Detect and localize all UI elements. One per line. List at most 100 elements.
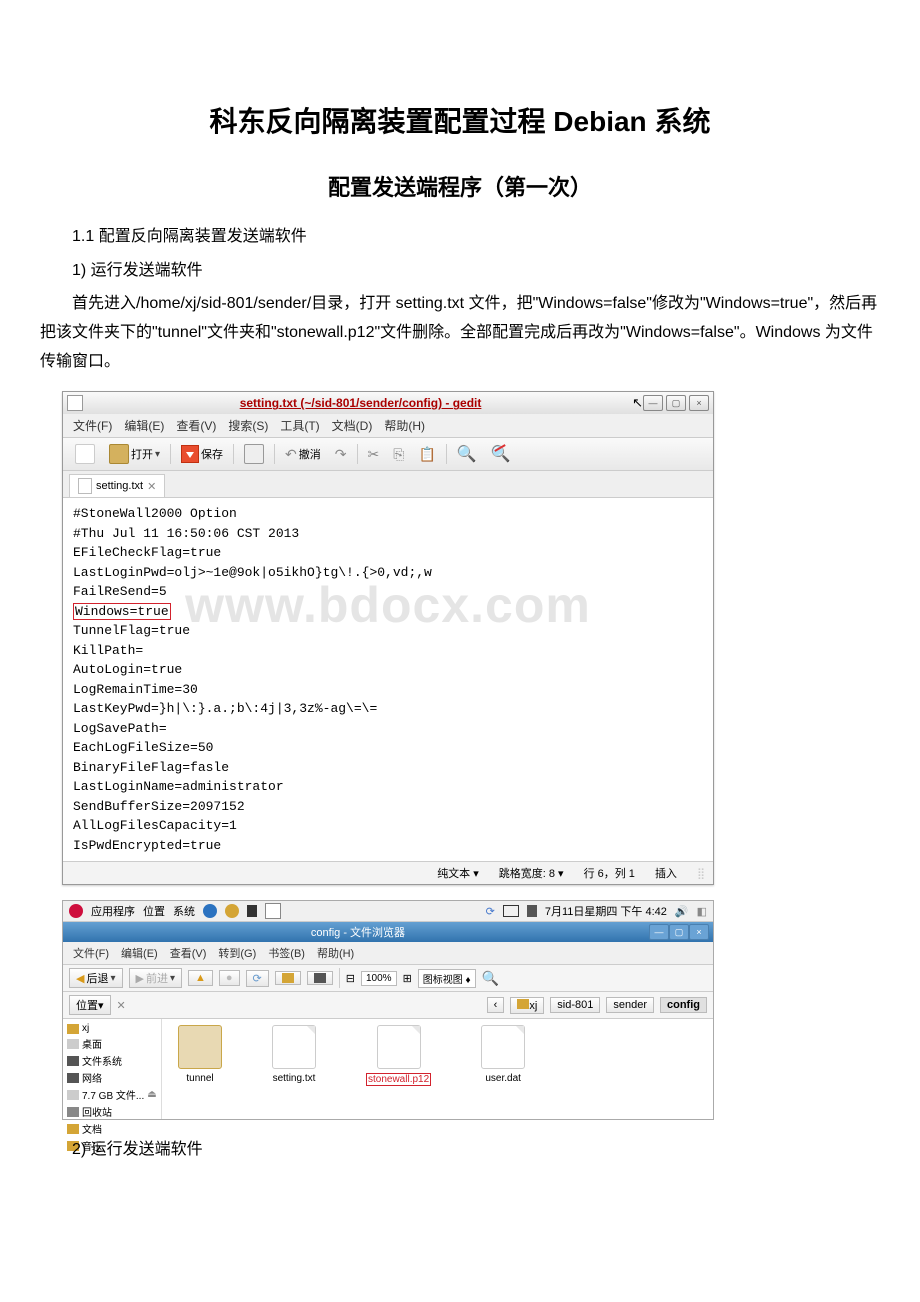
cut-button[interactable]: ✂ — [364, 444, 384, 465]
crumb-config[interactable]: config — [660, 997, 707, 1013]
panel-system[interactable]: 系统 — [173, 903, 195, 919]
section-1-1: 1.1 配置反向隔离装置发送端软件 — [72, 222, 880, 246]
window-title: setting.txt (~/sid-801/sender/config) - … — [89, 396, 632, 410]
fb-body: xj 桌面 文件系统 网络 7.7 GB 文件...⏏ 回收站 文档 音乐 tu… — [63, 1019, 713, 1119]
view-mode-select[interactable]: 图标视图 ♦ — [418, 969, 476, 988]
panel-places[interactable]: 位置 — [143, 903, 165, 919]
panel-apps[interactable]: 应用程序 — [91, 903, 135, 919]
tab-close-icon[interactable]: ✕ — [147, 480, 156, 493]
undo-icon: ↶ — [285, 446, 297, 463]
place-filesystem[interactable]: 文件系统 — [67, 1052, 157, 1069]
paste-button[interactable]: 📋 — [414, 444, 439, 465]
editor-area[interactable]: www.bdocx.com#StoneWall2000 Option #Thu … — [63, 498, 713, 861]
fb-menu-go[interactable]: 转到(G) — [218, 945, 256, 961]
place-xj[interactable]: xj — [67, 1022, 157, 1035]
fb-menu-help[interactable]: 帮助(H) — [317, 945, 354, 961]
menu-search[interactable]: 搜索(S) — [228, 417, 268, 434]
battery-icon[interactable] — [503, 905, 519, 917]
cut-icon: ✂ — [368, 446, 380, 463]
resize-grip[interactable]: ⣿ — [697, 867, 705, 880]
crumb-prev[interactable]: ‹ — [487, 997, 505, 1013]
place-disk[interactable]: 7.7 GB 文件...⏏ — [67, 1086, 157, 1103]
reload-button[interactable]: ⟳ — [246, 970, 269, 987]
file-tunnel[interactable]: tunnel — [178, 1025, 222, 1113]
location-close-icon[interactable]: ✕ — [117, 999, 126, 1012]
fb-menu-edit[interactable]: 编辑(E) — [121, 945, 158, 961]
doc-title: 科东反向隔离装置配置过程 Debian 系统 — [40, 100, 880, 140]
menu-tools[interactable]: 工具(T) — [280, 417, 319, 434]
open-dropdown-icon[interactable]: ▾ — [155, 449, 160, 460]
menu-help[interactable]: 帮助(H) — [384, 417, 425, 434]
undo-button[interactable]: ↶撤消 — [281, 444, 325, 465]
panel-app2-icon[interactable] — [225, 904, 239, 918]
new-button[interactable] — [71, 442, 99, 466]
crumb-sid801[interactable]: sid-801 — [550, 997, 600, 1013]
menu-doc[interactable]: 文档(D) — [332, 417, 373, 434]
maximize-button[interactable]: ▢ — [666, 395, 686, 411]
titlebar: setting.txt (~/sid-801/sender/config) - … — [63, 392, 713, 414]
location-label[interactable]: 位置▾ — [69, 995, 111, 1015]
file-userdat[interactable]: user.dat — [481, 1025, 525, 1113]
status-tabwidth[interactable]: 跳格宽度: 8 ▾ — [499, 865, 564, 881]
find-replace-button[interactable]: 🔍 — [487, 442, 515, 466]
menubar: 文件(F) 编辑(E) 查看(V) 搜索(S) 工具(T) 文档(D) 帮助(H… — [63, 414, 713, 438]
menu-view[interactable]: 查看(V) — [176, 417, 216, 434]
fb-menu-bookmarks[interactable]: 书签(B) — [268, 945, 305, 961]
file-stonewall[interactable]: stonewall.p12 — [366, 1025, 431, 1113]
new-file-icon — [75, 444, 95, 464]
panel-update-icon[interactable]: ⟳ — [486, 905, 495, 918]
crumb-sender[interactable]: sender — [606, 997, 654, 1013]
status-plain[interactable]: 纯文本 ▾ — [437, 865, 479, 881]
stop-button: ● — [219, 970, 240, 986]
document-icon — [78, 478, 92, 494]
folder-icon — [178, 1025, 222, 1069]
fb-minimize[interactable]: — — [649, 924, 669, 940]
volume-icon[interactable]: 🔊 — [675, 905, 689, 918]
panel-app3-icon[interactable] — [247, 905, 257, 917]
home-button[interactable] — [275, 971, 301, 985]
gedit-window: setting.txt (~/sid-801/sender/config) - … — [62, 391, 714, 885]
forward-button[interactable]: ▶前进▾ — [129, 968, 183, 988]
place-network[interactable]: 网络 — [67, 1069, 157, 1086]
fb-menu-file[interactable]: 文件(F) — [73, 945, 109, 961]
place-desktop[interactable]: 桌面 — [67, 1035, 157, 1052]
redo-button[interactable]: ↷ — [331, 444, 351, 465]
print-button[interactable] — [240, 442, 268, 466]
fb-close[interactable]: × — [689, 924, 709, 940]
file-setting[interactable]: setting.txt — [272, 1025, 316, 1113]
copy-button[interactable]: ⎘ — [389, 444, 408, 465]
fb-menu-view[interactable]: 查看(V) — [170, 945, 207, 961]
file-icon — [481, 1025, 525, 1069]
panel-extra-icon[interactable]: ◧ — [697, 905, 707, 918]
computer-button[interactable] — [307, 971, 333, 985]
highlighted-line: Windows=true — [73, 603, 171, 620]
toolbar: 打开▾ 保存 ↶撤消 ↷ ✂ ⎘ 📋 🔍 🔍 — [63, 438, 713, 471]
menu-edit[interactable]: 编辑(E) — [124, 417, 164, 434]
back-button[interactable]: ◀后退▾ — [69, 968, 123, 988]
debian-logo-icon[interactable] — [69, 904, 83, 918]
open-button[interactable]: 打开▾ — [105, 442, 164, 466]
tab-setting[interactable]: setting.txt ✕ — [69, 474, 165, 497]
panel-app1-icon[interactable] — [203, 904, 217, 918]
file-pane[interactable]: tunnel setting.txt stonewall.p12 user.da… — [162, 1019, 713, 1119]
menu-file[interactable]: 文件(F) — [73, 417, 112, 434]
save-button[interactable]: 保存 — [177, 443, 227, 465]
zoom-in-icon[interactable]: ⊞ — [403, 972, 412, 985]
statusbar: 纯文本 ▾ 跳格宽度: 8 ▾ 行 6，列 1 插入 ⣿ — [63, 861, 713, 884]
fb-maximize[interactable]: ▢ — [669, 924, 689, 940]
panel-app4-icon[interactable] — [265, 903, 281, 919]
place-trash[interactable]: 回收站 — [67, 1103, 157, 1120]
zoom-out-icon[interactable]: ⊟ — [346, 972, 355, 985]
crumb-home[interactable]: xj — [510, 997, 544, 1014]
file-icon — [272, 1025, 316, 1069]
fb-search-icon[interactable]: 🔍 — [482, 970, 499, 987]
up-button[interactable]: ▲ — [188, 970, 213, 986]
monitor-icon[interactable] — [527, 905, 537, 917]
gnome-panel: 应用程序 位置 系统 ⟳ 7月11日星期四 下午 4:42 🔊 ◧ — [63, 901, 713, 922]
gedit-app-icon — [67, 395, 83, 411]
fb-titlebar: config - 文件浏览器 — ▢ × — [63, 922, 713, 942]
minimize-button[interactable]: — — [643, 395, 663, 411]
find-button[interactable]: 🔍 — [453, 442, 481, 466]
close-button[interactable]: × — [689, 395, 709, 411]
zoom-value[interactable]: 100% — [361, 971, 397, 986]
